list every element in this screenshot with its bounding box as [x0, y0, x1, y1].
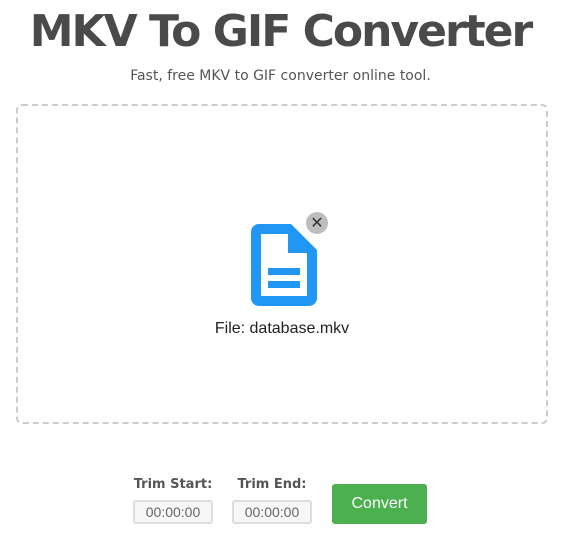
convert-button[interactable]: Convert: [332, 484, 427, 524]
trim-end-input[interactable]: [232, 500, 312, 524]
file-dropzone[interactable]: ✕ File: database.mkv: [16, 104, 548, 424]
page-subtitle: Fast, free MKV to GIF converter online t…: [130, 68, 431, 84]
trim-end-group: Trim End:: [232, 476, 312, 524]
page-title: MKV To GIF Converter: [29, 6, 533, 57]
trim-end-label: Trim End:: [237, 477, 307, 492]
trim-start-label: Trim Start:: [133, 477, 213, 492]
document-icon: [251, 224, 317, 306]
trim-start-input[interactable]: [133, 500, 213, 524]
remove-file-button[interactable]: ✕: [306, 212, 328, 234]
file-name-label: File: database.mkv: [214, 320, 350, 337]
trim-start-group: Trim Start:: [133, 476, 213, 524]
